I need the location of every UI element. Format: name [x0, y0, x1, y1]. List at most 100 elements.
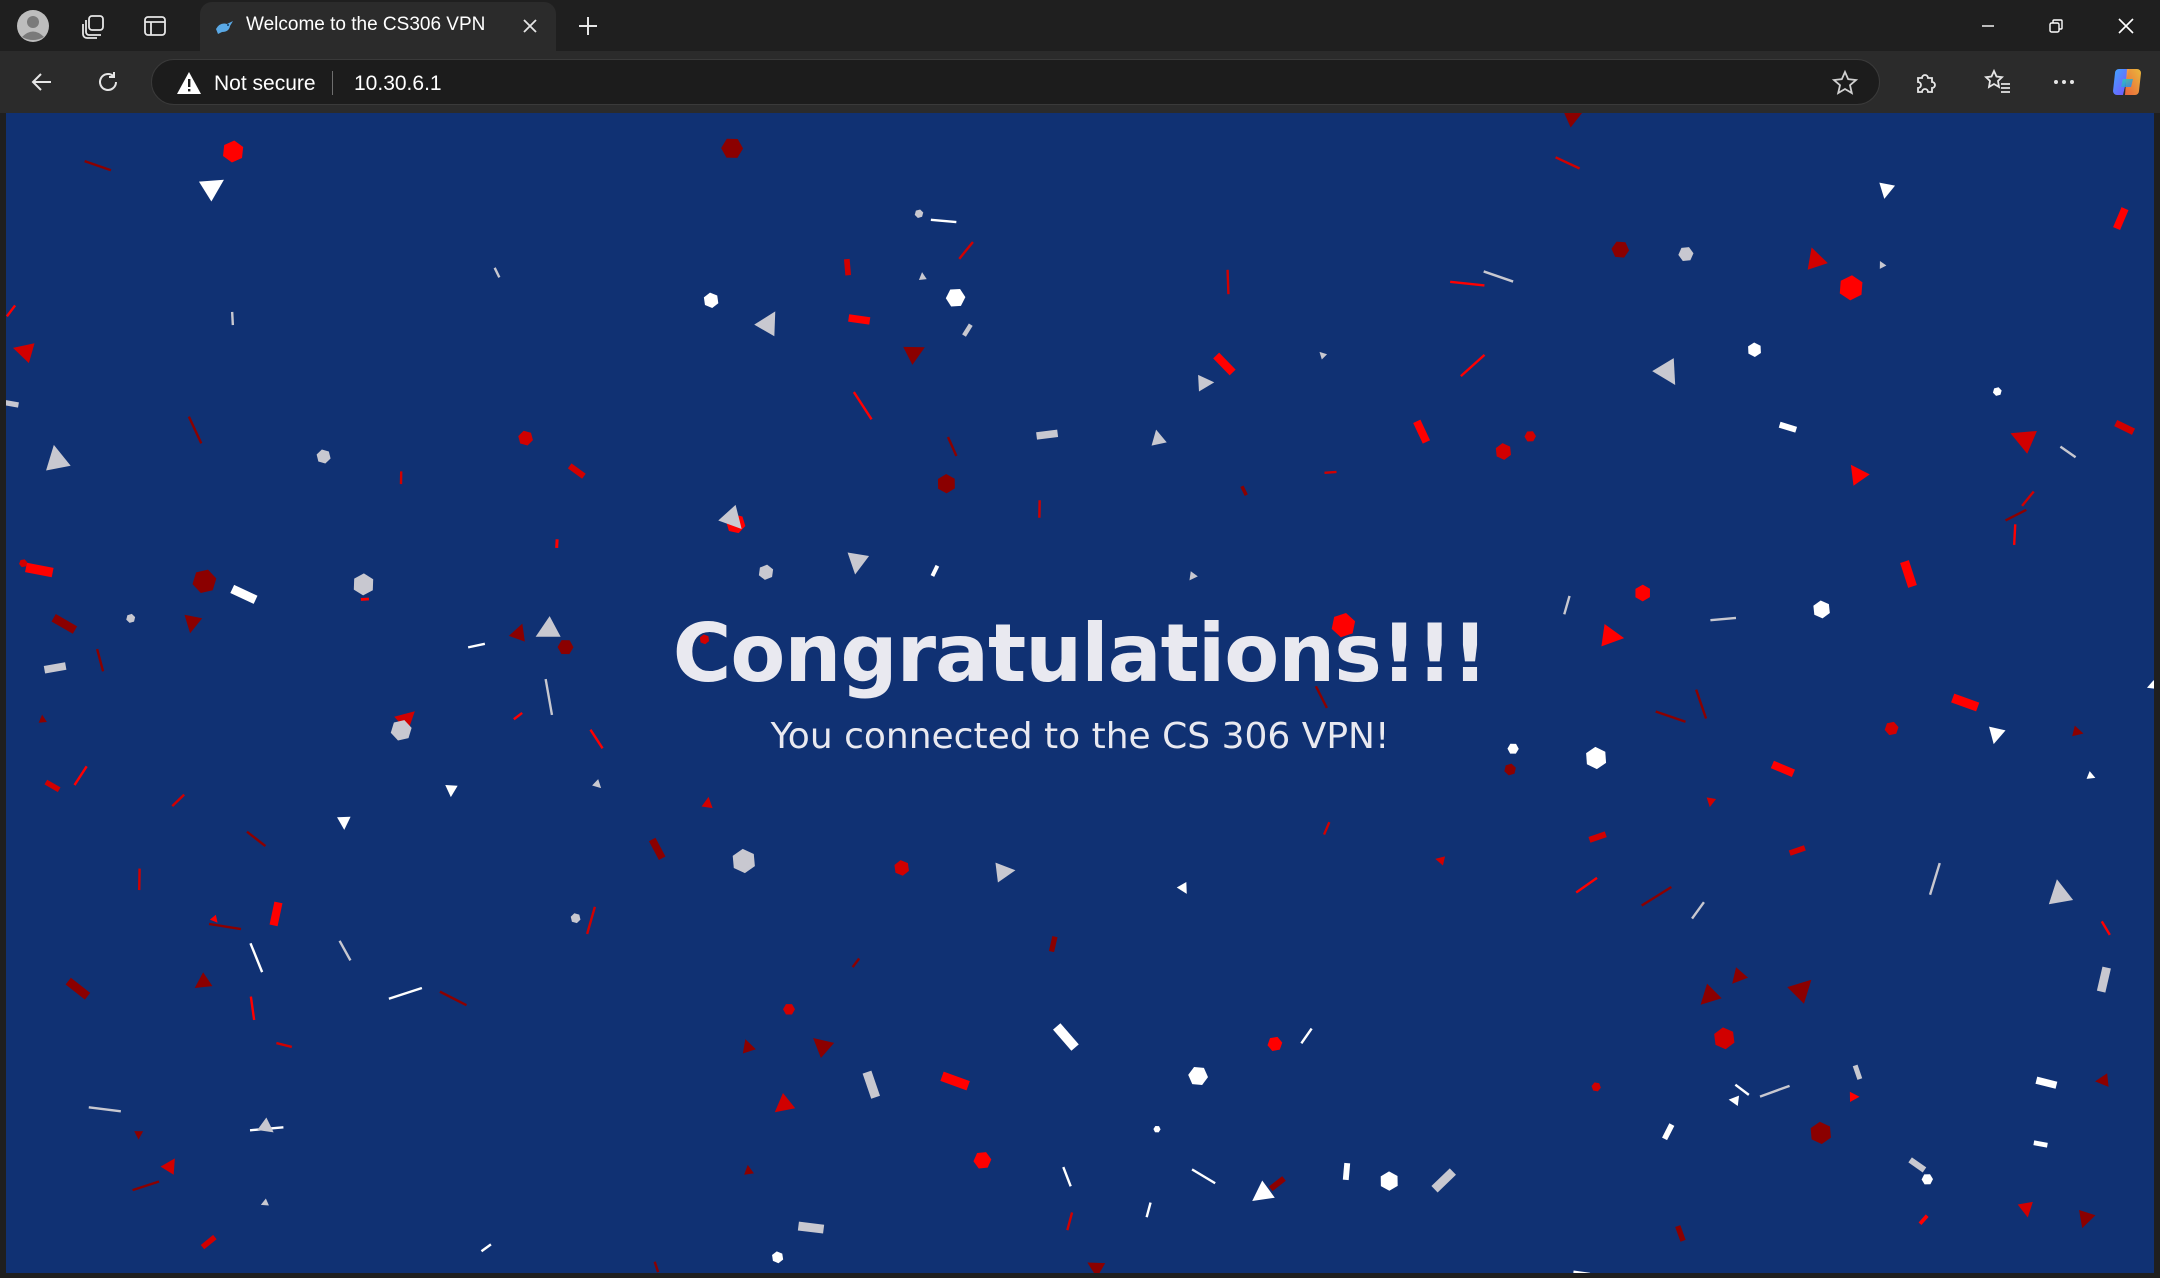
- confetti-piece: [1066, 1212, 1074, 1231]
- confetti-piece: [1635, 584, 1650, 602]
- confetti-piece: [6, 399, 19, 408]
- confetti-piece: [2059, 445, 2077, 459]
- address-divider: [332, 71, 333, 95]
- confetti-piece: [848, 314, 871, 325]
- confetti-piece: [1706, 797, 1717, 808]
- confetti-piece: [995, 862, 1016, 883]
- confetti-piece: [1879, 182, 1896, 199]
- close-window-button[interactable]: [2092, 0, 2160, 51]
- confetti-piece: [1700, 983, 1722, 1005]
- confetti-piece: [2004, 508, 2027, 522]
- confetti-piece: [1213, 352, 1236, 376]
- address-bar[interactable]: Not secure 10.30.6.1: [151, 59, 1880, 105]
- refresh-icon: [99, 72, 117, 91]
- confetti-piece: [701, 796, 713, 809]
- refresh-button[interactable]: [86, 61, 130, 103]
- confetti-piece: [1380, 1171, 1398, 1191]
- favorites-button[interactable]: [1974, 61, 2022, 103]
- confetti-piece: [2086, 771, 2096, 779]
- workspaces-icon[interactable]: [68, 8, 118, 44]
- confetti-piece: [1678, 247, 1694, 262]
- confetti-piece: [2079, 1209, 2096, 1229]
- confetti-piece: [260, 1198, 269, 1206]
- confetti-piece: [1849, 1091, 1860, 1102]
- confetti-piece: [653, 1261, 660, 1273]
- minimize-button[interactable]: [1954, 0, 2022, 51]
- confetti-piece: [1188, 1066, 1208, 1086]
- page-message: You connected to the CS 306 VPN!: [770, 716, 1390, 757]
- profile-avatar-icon[interactable]: [8, 8, 58, 44]
- confetti-piece: [1413, 419, 1431, 444]
- confetti-piece: [1588, 831, 1607, 843]
- confetti-piece: [721, 138, 744, 158]
- confetti-piece: [1145, 1202, 1152, 1218]
- star-icon[interactable]: [1831, 69, 1859, 97]
- confetti-piece: [930, 564, 940, 577]
- confetti-piece: [1495, 443, 1511, 460]
- back-button[interactable]: [20, 61, 64, 103]
- confetti-piece: [160, 1158, 175, 1175]
- confetti-piece: [1839, 275, 1863, 301]
- confetti-piece: [1900, 560, 1917, 588]
- confetti-piece: [782, 1004, 796, 1015]
- confetti-piece: [744, 1164, 754, 1175]
- close-tab-button[interactable]: [514, 10, 546, 42]
- confetti-piece: [797, 1221, 825, 1234]
- title-bar: Welcome to the CS306 VPN: [0, 0, 2160, 51]
- confetti-piece: [44, 779, 61, 793]
- confetti-piece: [1992, 387, 2002, 396]
- confetti-piece: [2012, 524, 2017, 546]
- confetti-piece: [918, 272, 927, 280]
- confetti-piece: [1189, 571, 1198, 581]
- confetti-piece: [940, 1071, 970, 1091]
- confetti-piece: [1641, 886, 1672, 907]
- url-text[interactable]: 10.30.6.1: [354, 72, 442, 96]
- confetti-piece: [1053, 1023, 1079, 1051]
- confetti-piece: [223, 140, 244, 163]
- confetti-piece: [269, 901, 283, 927]
- confetti-piece: [1662, 1123, 1675, 1141]
- tab-active[interactable]: Welcome to the CS306 VPN: [200, 2, 556, 51]
- confetti-piece: [1852, 1064, 1863, 1080]
- confetti-piece: [1342, 1162, 1351, 1181]
- confetti-piece: [945, 288, 966, 307]
- confetti-piece: [1714, 1027, 1735, 1050]
- confetti-piece: [46, 444, 71, 471]
- confetti-piece: [2021, 490, 2035, 507]
- confetti-piece: [570, 913, 581, 924]
- confetti-piece: [337, 816, 351, 830]
- copilot-button[interactable]: [2104, 61, 2152, 103]
- tab-actions-icon[interactable]: [130, 8, 180, 44]
- security-status[interactable]: Not secure: [214, 72, 316, 96]
- warning-triangle-icon[interactable]: [176, 71, 202, 95]
- confetti-piece: [1575, 876, 1598, 894]
- confetti-piece: [1691, 901, 1705, 920]
- copilot-icon: [2113, 69, 2141, 95]
- confetti-piece: [1778, 421, 1798, 433]
- new-tab-button[interactable]: [568, 8, 608, 44]
- puzzle-icon: [1917, 74, 1936, 93]
- confetti-piece: [1810, 1121, 1831, 1145]
- confetti-piece: [249, 996, 256, 1021]
- restore-button[interactable]: [2022, 0, 2090, 51]
- confetti-piece: [439, 990, 468, 1007]
- confetti-piece: [12, 343, 35, 364]
- confetti-piece: [2114, 419, 2136, 435]
- extensions-button[interactable]: [1902, 61, 1950, 103]
- confetti-piece: [230, 311, 235, 326]
- confetti-piece: [1921, 1174, 1933, 1185]
- settings-more-button[interactable]: [2040, 61, 2088, 103]
- confetti-piece: [930, 218, 957, 224]
- confetti-piece: [134, 1131, 144, 1140]
- confetti-piece: [585, 906, 597, 935]
- confetti-piece: [1431, 1168, 1456, 1193]
- confetti-piece: [732, 848, 755, 874]
- confetti-piece: [772, 1251, 784, 1264]
- confetti-piece: [813, 1037, 835, 1059]
- confetti-piece: [65, 977, 91, 1000]
- confetti-piece: [852, 391, 873, 420]
- confetti-piece: [518, 430, 533, 446]
- confetti-piece: [1850, 464, 1870, 486]
- confetti-piece: [1038, 500, 1041, 518]
- confetti-piece: [1770, 760, 1795, 778]
